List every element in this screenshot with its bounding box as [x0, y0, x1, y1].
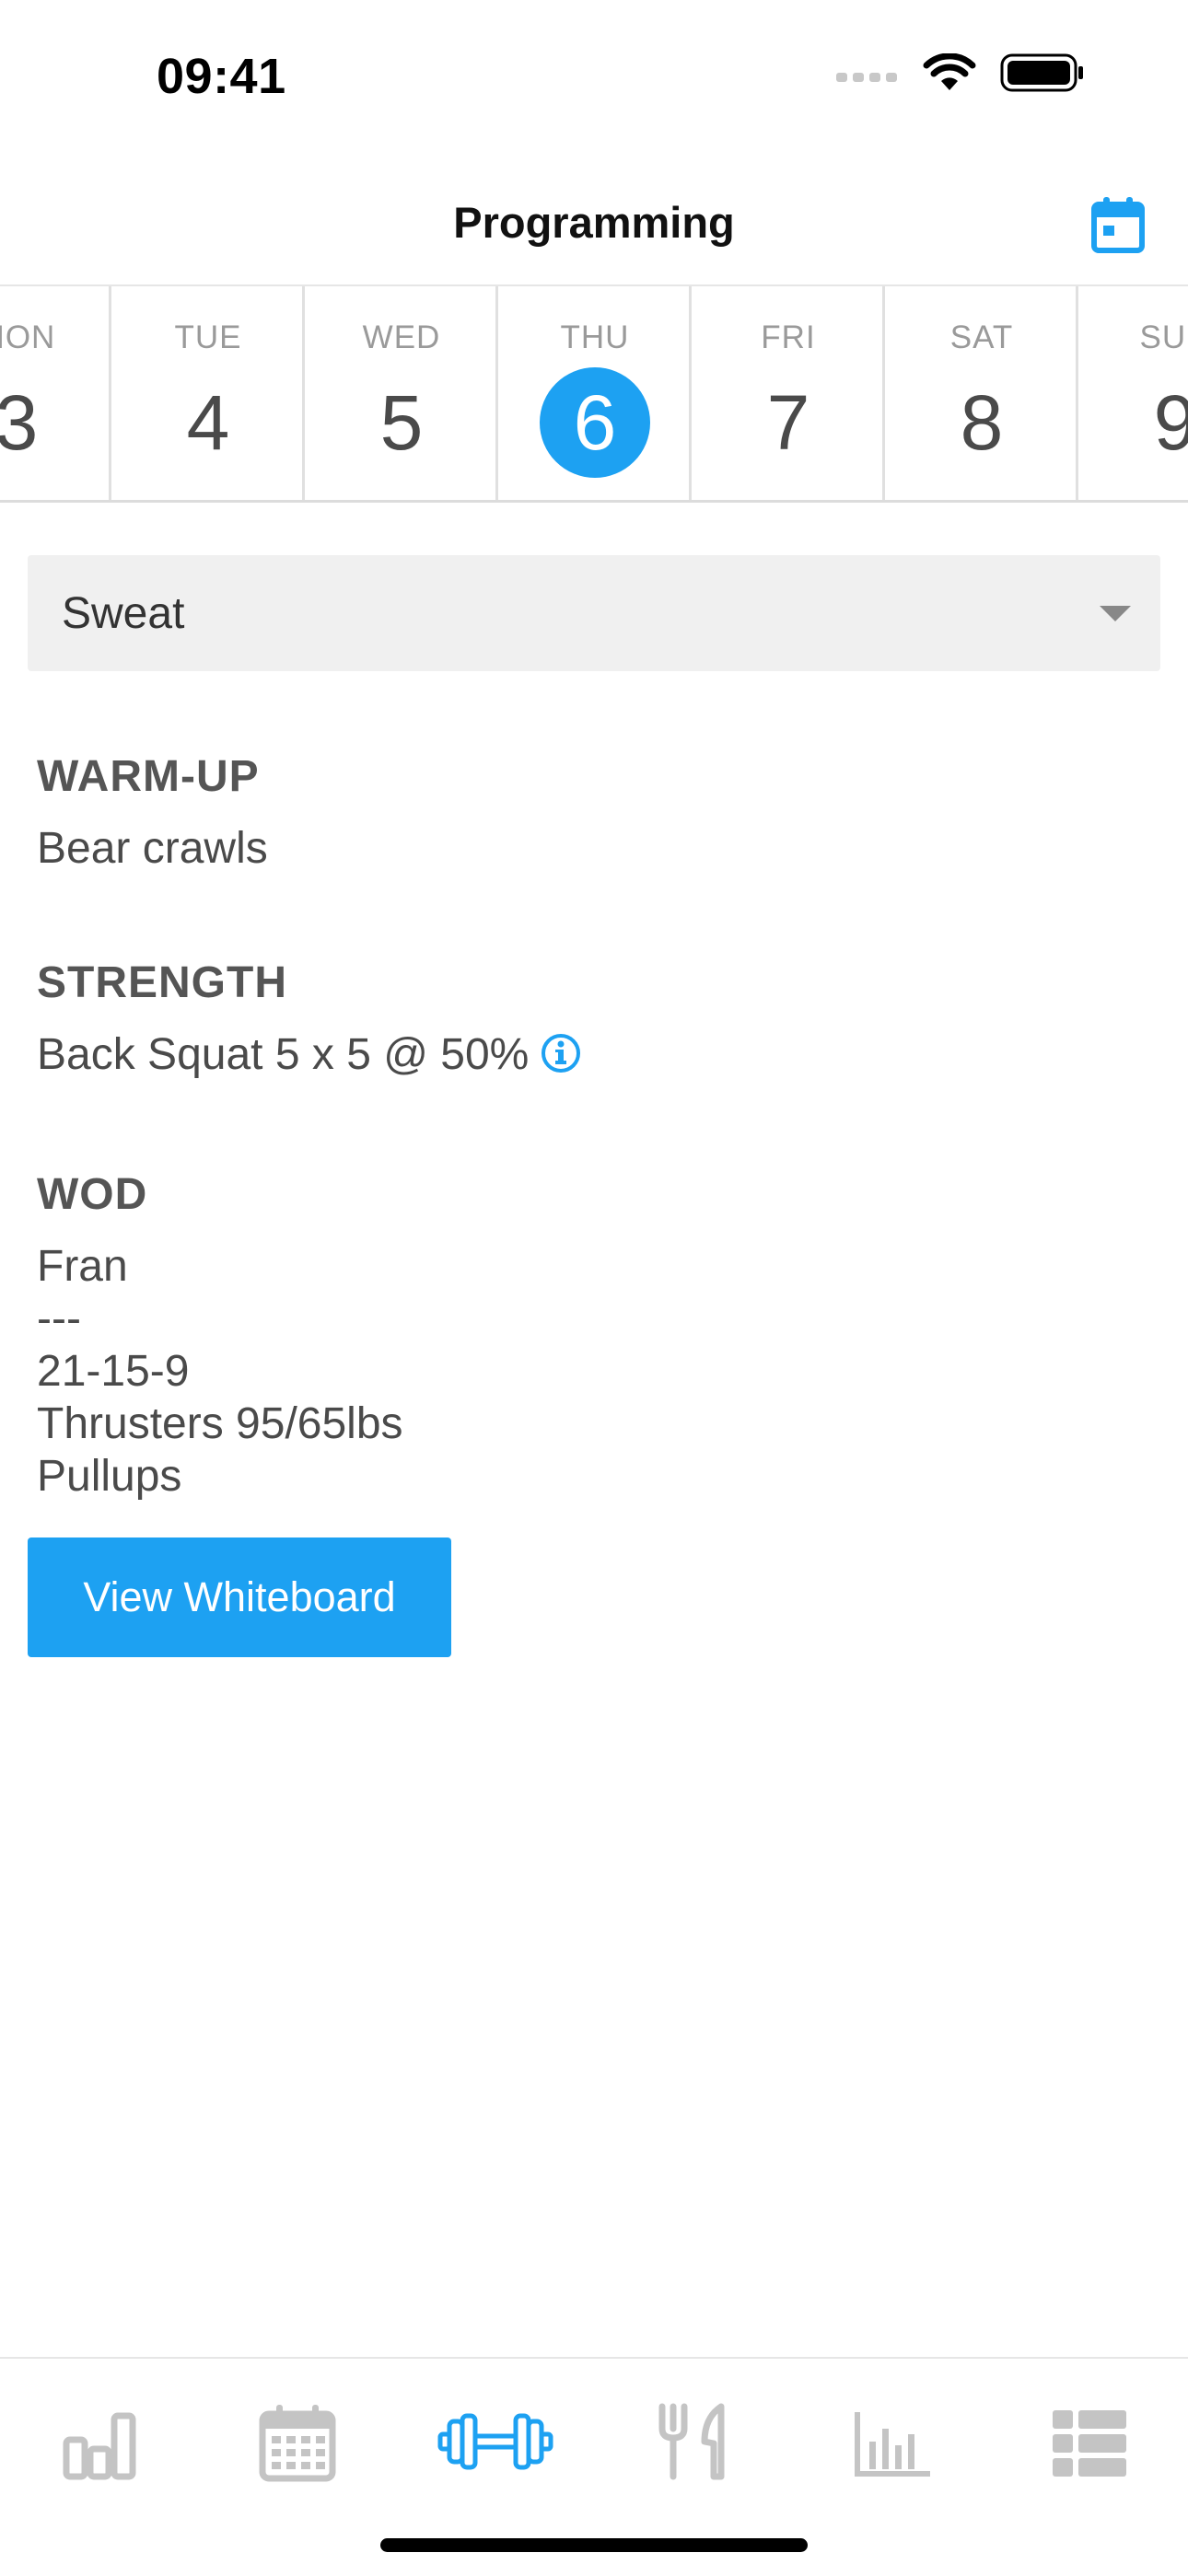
wod-heading: WOD: [37, 1170, 148, 1219]
day-fri[interactable]: FRI 7: [689, 286, 885, 500]
stats-icon: [855, 2412, 930, 2477]
bar-chart-icon: [63, 2412, 136, 2480]
day-number: 8: [960, 379, 1004, 466]
day-name: THU: [560, 319, 630, 355]
wod-body: Fran --- 21-15-9 Thrusters 95/65lbs Pull…: [37, 1240, 1142, 1503]
day-name: WED: [362, 319, 441, 355]
battery-icon: [1000, 53, 1083, 92]
status-icons: [836, 53, 1085, 92]
week-strip: MON 3 TUE 4 WED 5 THU 6 FRI 7 SAT 8 SUN …: [0, 284, 1188, 503]
day-name: SUN: [1139, 319, 1188, 355]
home-indicator: [380, 2538, 808, 2552]
fork-knife-icon: [658, 2403, 725, 2480]
day-number: 3: [0, 367, 72, 478]
calendar-icon: [259, 2405, 336, 2482]
track-select-value: Sweat: [62, 589, 185, 638]
dumbbell-icon: [437, 2413, 553, 2470]
day-tue[interactable]: TUE 4: [109, 286, 305, 500]
day-name: TUE: [174, 319, 242, 355]
day-name: MON: [0, 319, 56, 355]
strength-text: Back Squat 5 x 5 @ 50%: [37, 1030, 530, 1079]
day-wed[interactable]: WED 5: [302, 286, 498, 500]
wod-line: 21-15-9: [37, 1347, 190, 1396]
view-whiteboard-button[interactable]: View Whiteboard: [28, 1537, 451, 1657]
day-mon[interactable]: MON 3: [0, 286, 113, 500]
strength-body: Back Squat 5 x 5 @ 50%: [37, 1028, 1142, 1087]
day-sun[interactable]: SUN 9: [1076, 286, 1188, 500]
tab-nutrition[interactable]: [629, 2396, 758, 2488]
tab-stats[interactable]: [827, 2396, 956, 2488]
day-number: 4: [186, 379, 230, 466]
cellular-signal-icon: [836, 73, 897, 82]
day-sat[interactable]: SAT 8: [882, 286, 1078, 500]
tab-schedule[interactable]: [233, 2396, 362, 2488]
list-icon: [1053, 2410, 1126, 2477]
caret-down-icon: [1100, 606, 1131, 621]
wod-line: Fran: [37, 1242, 128, 1291]
day-number: 9: [1120, 367, 1188, 478]
status-time: 09:41: [157, 49, 286, 104]
info-icon[interactable]: [540, 1032, 582, 1087]
tab-dashboard[interactable]: [35, 2396, 164, 2488]
strength-heading: STRENGTH: [37, 958, 287, 1007]
warmup-text: Bear crawls: [37, 824, 268, 873]
page-title: Programming: [453, 198, 735, 247]
day-name: SAT: [949, 319, 1014, 355]
selected-day-number: 6: [540, 367, 650, 478]
day-thu[interactable]: THU 6: [495, 286, 692, 500]
tab-more[interactable]: [1025, 2396, 1154, 2488]
track-select[interactable]: Sweat: [28, 555, 1160, 671]
day-number: 5: [379, 379, 424, 466]
day-name: FRI: [761, 319, 816, 355]
calendar-icon: [1091, 197, 1145, 253]
warmup-body: Bear crawls: [37, 822, 1142, 876]
day-number: 7: [766, 379, 810, 466]
warmup-heading: WARM-UP: [37, 752, 260, 801]
wod-line: ---: [37, 1294, 81, 1343]
tab-programming[interactable]: [431, 2396, 560, 2488]
calendar-button[interactable]: [1090, 195, 1146, 254]
wod-line: Thrusters 95/65lbs: [37, 1399, 403, 1448]
wifi-icon: [923, 53, 976, 90]
workout-content: WARM-UP Bear crawls STRENGTH Back Squat …: [37, 750, 1142, 1503]
wod-line: Pullups: [37, 1452, 182, 1501]
